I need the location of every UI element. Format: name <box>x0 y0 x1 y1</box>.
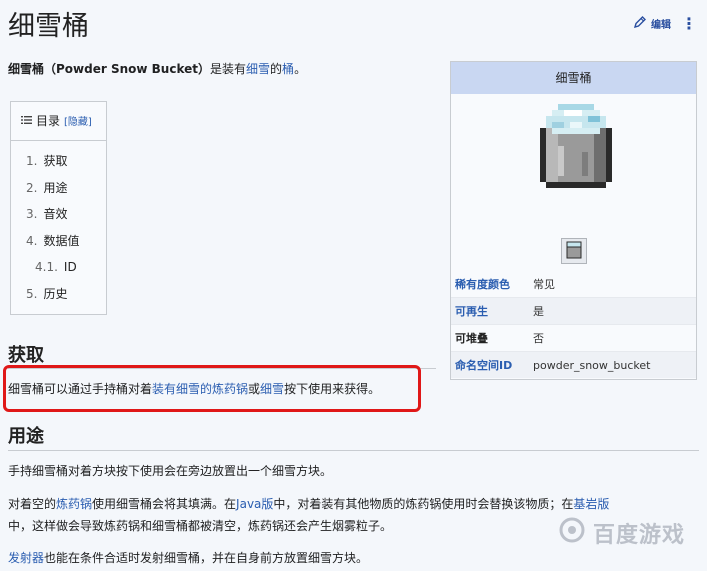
infobox-row: 命名空间ID powder_snow_bucket <box>451 351 696 378</box>
watermark-logo-icon <box>559 517 585 549</box>
toc-header: 目录 [隐藏] <box>11 102 106 129</box>
toc-toggle[interactable]: [隐藏] <box>64 113 92 128</box>
infobox-key[interactable]: 命名空间ID <box>451 357 533 373</box>
toc-item[interactable]: 4.1. ID <box>26 259 106 286</box>
link-java-edition[interactable]: Java版 <box>236 497 273 511</box>
infobox-value: powder_snow_bucket <box>533 358 651 372</box>
intro-text-1: 是装有 <box>210 62 247 76</box>
toc-item-label: 历史 <box>43 286 68 301</box>
watermark-text: 百度游戏 <box>592 523 685 548</box>
pencil-icon <box>633 15 647 32</box>
intro-term: 细雪桶 <box>8 62 45 76</box>
toc-item[interactable]: 3. 音效 <box>26 206 106 233</box>
usage-text: 中，对着装有其他物质的炼药锅使用时会替换该物质；在 <box>273 497 574 511</box>
watermark: 百度游戏 <box>559 517 685 549</box>
infobox: 细雪桶 稀有度颜色 常见 可再生 是 可堆叠 否 命名空间ID powder_s… <box>450 61 697 380</box>
toc-item-label: ID <box>63 260 77 274</box>
toc-list: 1. 获取 2. 用途 3. 音效 4. 数据值 4.1. ID 5. 历史 <box>11 141 106 312</box>
intro-text-3: 。 <box>294 62 307 76</box>
usage-paragraph-2: 对着空的炼药锅使用细雪桶会将其填满。在Java版中，对着装有其他物质的炼药锅使用… <box>8 494 609 514</box>
edit-label: 编辑 <box>651 20 671 31</box>
toc-item[interactable]: 4. 数据值 <box>26 233 106 260</box>
usage-text: 使用细雪桶会将其填满。在 <box>92 497 237 511</box>
toc-item-number: 3. <box>26 207 38 221</box>
link-cauldron[interactable]: 炼药锅 <box>56 497 92 511</box>
table-of-contents: 目录 [隐藏] 1. 获取 2. 用途 3. 音效 4. 数据值 4.1. ID 5. 历史 <box>10 101 107 315</box>
toc-item-number: 2. <box>26 180 38 195</box>
toc-item-number: 1. <box>26 154 38 168</box>
link-bedrock-edition[interactable]: 基岩版 <box>573 497 609 511</box>
powder-snow-bucket-image <box>528 104 624 204</box>
intro-paragraph: 细雪桶（Powder Snow Bucket）是装有细雪的桶。 <box>8 60 306 77</box>
toc-item-label: 用途 <box>43 180 68 195</box>
toc-item-number: 5. <box>26 286 38 301</box>
infobox-row: 可再生 是 <box>451 297 696 324</box>
usage-text: 也能在条件合适时发射细雪桶，并在自身前方放置细雪方块。 <box>44 551 369 565</box>
intro-english: （Powder Snow Bucket） <box>44 62 210 76</box>
infobox-title: 细雪桶 <box>451 62 696 94</box>
usage-paragraph-3: 中，这样做会导致炼药锅和细雪桶都被清空，炼药锅还会产生烟雾粒子。 <box>8 519 393 533</box>
toc-item[interactable]: 2. 用途 <box>26 180 106 207</box>
toc-item[interactable]: 5. 历史 <box>26 286 106 313</box>
infobox-key[interactable]: 稀有度颜色 <box>451 276 533 292</box>
usage-text: 对着空的 <box>8 497 57 511</box>
intro-text-2: 的 <box>270 62 283 76</box>
toc-item[interactable]: 1. 获取 <box>26 153 106 180</box>
usage-paragraph-1: 手持细雪桶对着方块按下使用会在旁边放置出一个细雪方块。 <box>8 464 333 478</box>
infobox-table: 稀有度颜色 常见 可再生 是 可堆叠 否 命名空间ID powder_snow_… <box>451 270 696 378</box>
toc-item-label: 数据值 <box>43 233 80 248</box>
infobox-row: 稀有度颜色 常见 <box>451 270 696 297</box>
heading-divider <box>8 450 699 451</box>
infobox-value: 否 <box>533 332 544 345</box>
edit-button[interactable]: 编辑 <box>633 15 671 32</box>
heading-usage: 用途 <box>8 426 44 447</box>
infobox-key[interactable]: 可再生 <box>451 303 533 319</box>
infobox-value: 是 <box>533 305 544 318</box>
heading-obtain: 获取 <box>8 345 44 366</box>
infobox-value: 常见 <box>533 277 555 291</box>
more-options-icon[interactable]: ⋮ <box>681 14 697 33</box>
infobox-key: 可堆叠 <box>455 332 488 345</box>
list-icon <box>21 114 32 128</box>
toc-item-label: 音效 <box>43 207 68 221</box>
highlight-annotation <box>3 365 421 412</box>
link-powder-snow[interactable]: 细雪 <box>246 62 270 76</box>
toc-item-label: 获取 <box>43 154 68 168</box>
toc-item-number: 4.1. <box>35 260 58 274</box>
page-actions: 编辑 ⋮ <box>633 14 697 33</box>
usage-paragraph-4: 发射器也能在条件合适时发射细雪桶，并在自身前方放置细雪方块。 <box>8 548 368 568</box>
page-title: 细雪桶 <box>8 11 89 42</box>
toc-item-number: 4. <box>26 233 38 248</box>
link-dispenser[interactable]: 发射器 <box>8 551 44 565</box>
link-bucket[interactable]: 桶 <box>282 62 294 76</box>
toc-heading: 目录 <box>36 114 61 128</box>
powder-snow-bucket-icon <box>561 238 587 268</box>
infobox-row: 可堆叠 否 <box>451 324 696 351</box>
